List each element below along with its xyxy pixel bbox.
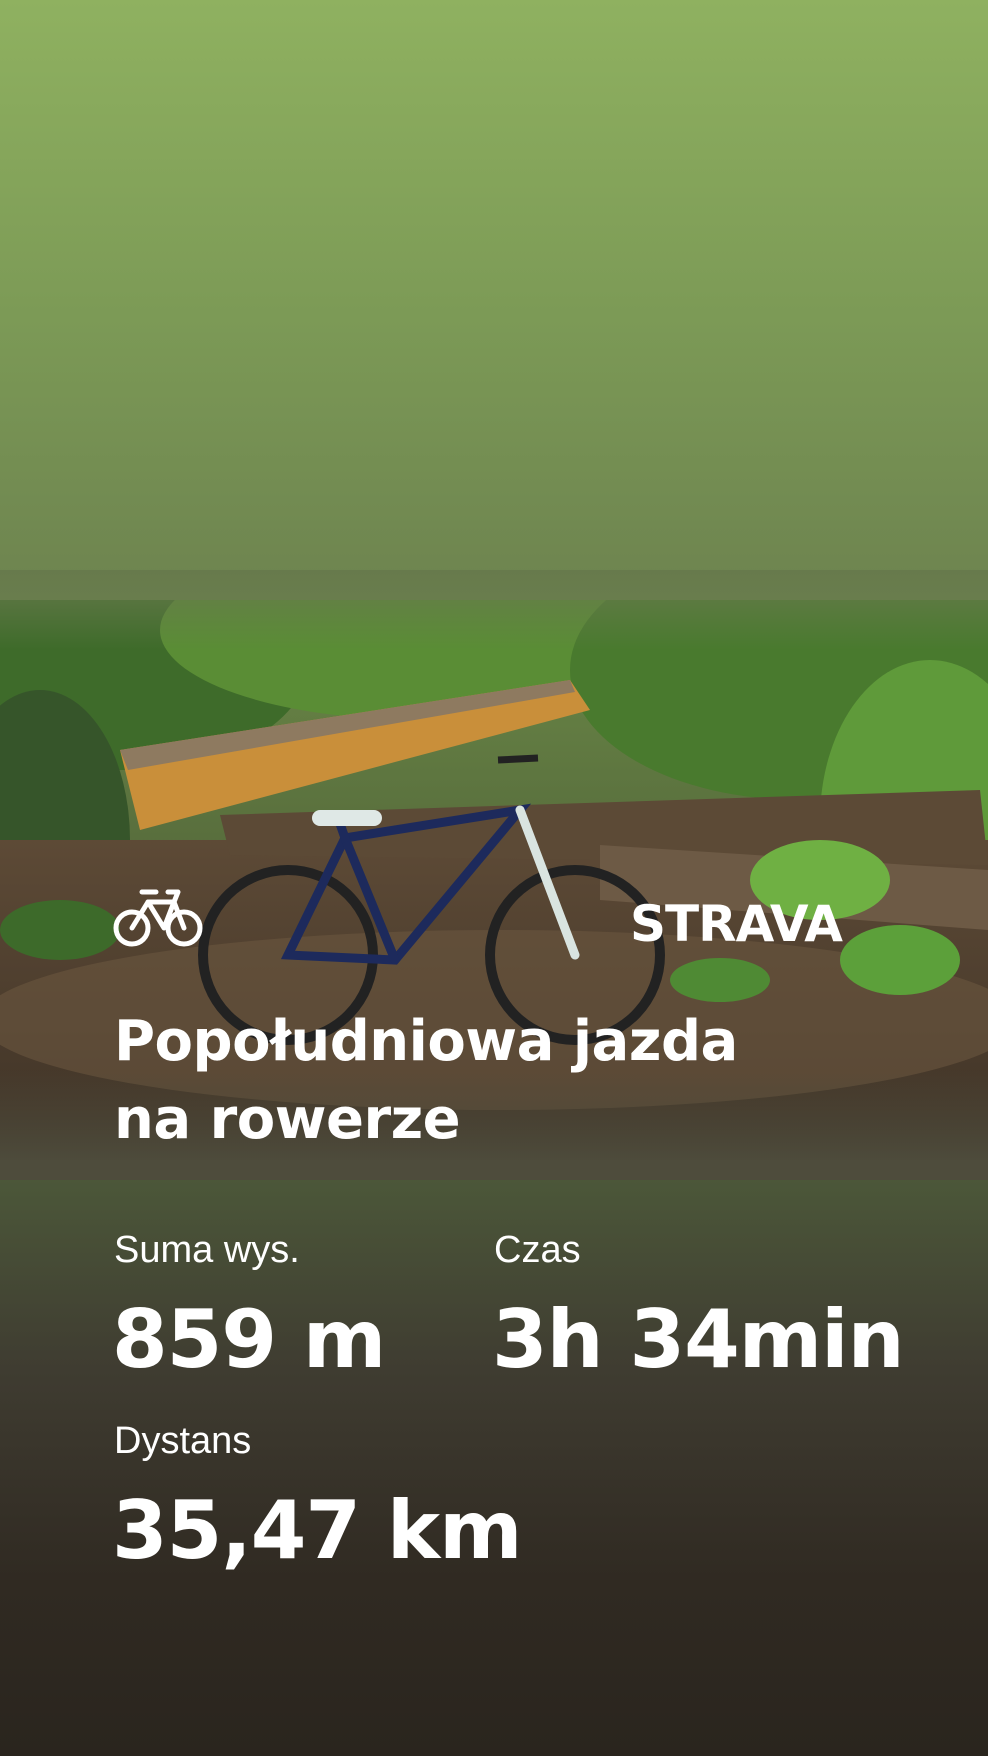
stat-label-time: Czas [494, 1229, 581, 1271]
activity-title: Popołudniowa jazda na rowerze [114, 1003, 894, 1159]
stat-value-distance: 35,47 km [112, 1484, 522, 1577]
activity-title-line1: Popołudniowa jazda [114, 1009, 738, 1074]
svg-text:STRAVA: STRAVA [630, 895, 843, 949]
strava-logo: STRAVA [630, 895, 844, 949]
activity-title-line2: na rowerze [114, 1087, 461, 1152]
stat-value-elevation: 859 m [112, 1293, 386, 1386]
stat-value-time: 3h 34min [492, 1293, 905, 1386]
photo-top-fade [0, 570, 988, 650]
bicycle-icon [113, 889, 203, 947]
stat-label-distance: Dystans [114, 1420, 252, 1462]
activity-share-card: STRAVA Popołudniowa jazda na rowerze Sum… [0, 0, 988, 1756]
stat-label-elevation: Suma wys. [114, 1229, 300, 1271]
